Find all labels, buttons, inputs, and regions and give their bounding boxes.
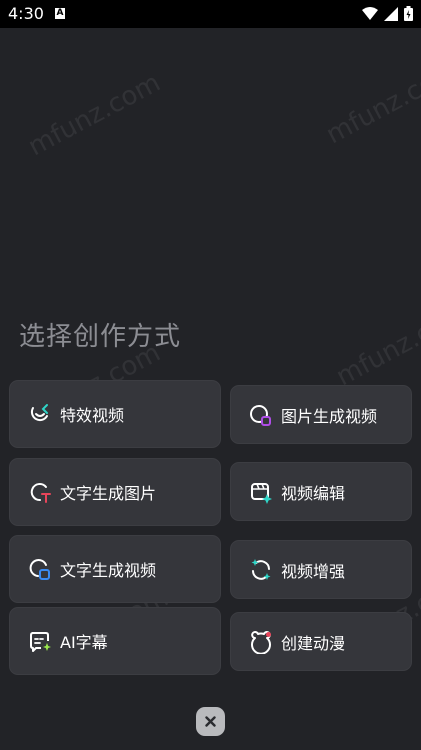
watermark: mfunz.com xyxy=(23,67,166,163)
option-ai-subtitle[interactable]: AI字幕 xyxy=(9,607,221,675)
option-label: 文字生成图片 xyxy=(60,484,157,503)
page-title: 选择创作方式 xyxy=(19,322,182,352)
option-text-to-image[interactable]: 文字生成图片 xyxy=(9,458,221,526)
option-label: AI字幕 xyxy=(60,633,108,652)
status-time: 4:30 xyxy=(8,4,44,23)
option-label: 特效视频 xyxy=(60,406,125,425)
option-text-to-video[interactable]: 文字生成视频 xyxy=(9,535,221,603)
status-bar: 4:30 A xyxy=(0,0,421,28)
watermark: mfunz.com xyxy=(321,55,421,151)
image-to-video-icon xyxy=(250,404,271,426)
notification-icon: A xyxy=(55,8,65,19)
battery-icon xyxy=(404,6,413,21)
option-effects-video[interactable]: 特效视频 xyxy=(9,380,221,448)
effects-video-icon xyxy=(30,404,48,422)
watermark: mfunz.com xyxy=(331,297,421,393)
video-edit-icon xyxy=(251,482,272,504)
option-label: 视频增强 xyxy=(281,561,346,581)
create-anime-icon xyxy=(251,630,271,654)
option-image-to-video[interactable]: 图片生成视频 xyxy=(230,385,412,444)
ai-subtitle-icon xyxy=(30,632,51,652)
option-video-enhance[interactable]: 视频增强 xyxy=(230,540,412,599)
text-to-video-icon xyxy=(29,559,50,580)
signal-icon xyxy=(384,6,398,21)
option-create-anime[interactable]: 创建动漫 xyxy=(230,612,412,671)
close-button[interactable] xyxy=(196,707,225,736)
status-icons xyxy=(362,6,413,21)
option-label: 视频编辑 xyxy=(281,483,346,503)
video-enhance-icon xyxy=(251,558,271,580)
option-label: 图片生成视频 xyxy=(281,406,378,426)
text-to-image-icon xyxy=(30,483,51,503)
close-icon xyxy=(205,716,216,727)
option-label: 创建动漫 xyxy=(281,633,346,653)
option-label: 文字生成视频 xyxy=(60,561,157,580)
wifi-icon xyxy=(362,6,378,20)
option-video-edit[interactable]: 视频编辑 xyxy=(230,462,412,521)
